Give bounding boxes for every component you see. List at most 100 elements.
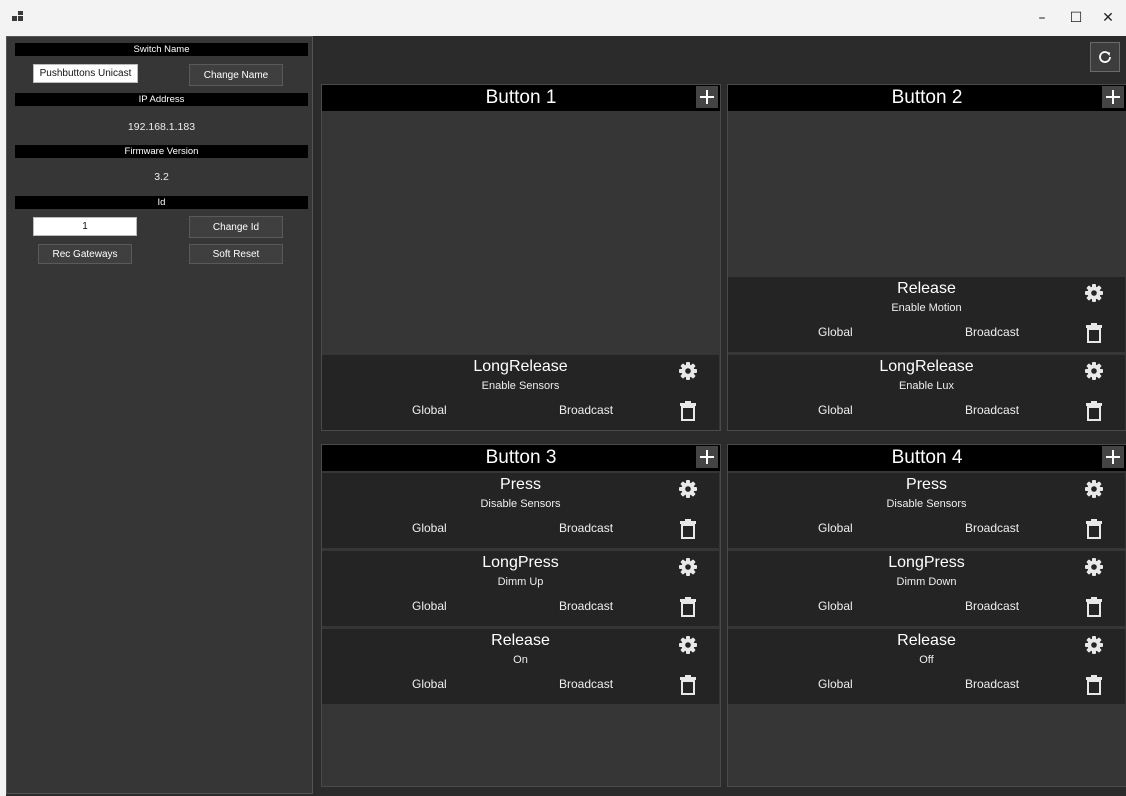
switch-info-panel: Switch Name Pushbuttons Unicast Change N…	[6, 36, 313, 794]
action-mode: Broadcast	[965, 677, 1020, 691]
button-panel-title: Button 2	[891, 87, 963, 108]
add-action-button[interactable]	[1102, 86, 1124, 108]
soft-reset-button[interactable]: Soft Reset	[189, 244, 283, 264]
action-card: LongPress Dimm Down Global Broadcast	[728, 551, 1125, 626]
action-command: Enable Lux	[898, 380, 955, 392]
gear-icon[interactable]	[1084, 557, 1104, 577]
button-panel-2: Button 2 Release Enable Motion Global Br…	[727, 84, 1126, 431]
delete-icon[interactable]	[678, 518, 698, 540]
action-scope: Global	[818, 599, 853, 613]
action-command: Disable Sensors	[886, 498, 967, 510]
gear-icon[interactable]	[678, 479, 698, 499]
delete-icon[interactable]	[1084, 400, 1104, 422]
action-mode: Broadcast	[965, 325, 1020, 339]
button-panel-title: Button 4	[891, 447, 963, 468]
delete-icon[interactable]	[678, 674, 698, 696]
gear-icon[interactable]	[1084, 479, 1104, 499]
action-command: On	[513, 654, 528, 666]
button-panel-header: Button 2	[728, 85, 1126, 111]
delete-icon[interactable]	[1084, 322, 1104, 344]
button-panel-4: Button 4 Press Disable Sensors Global Br…	[727, 444, 1126, 787]
action-type: LongRelease	[879, 358, 974, 375]
button-panel-header: Button 4	[728, 445, 1126, 471]
action-mode: Broadcast	[965, 521, 1020, 535]
action-mode: Broadcast	[965, 599, 1020, 613]
firmware-version-value: 3.2	[154, 171, 169, 183]
button-panel-1: Button 1 LongRelease Enable Sensors Glob…	[321, 84, 721, 431]
action-card: Release Enable Motion Global Broadcast	[728, 277, 1125, 352]
refresh-icon	[1099, 51, 1111, 63]
delete-icon[interactable]	[1084, 596, 1104, 618]
close-button[interactable]: ✕	[1085, 0, 1126, 36]
action-card: Press Disable Sensors Global Broadcast	[728, 473, 1125, 548]
title-bar: – ☐ ✕	[0, 0, 1126, 36]
action-card: LongRelease Enable Sensors Global Broadc…	[322, 355, 719, 430]
action-scope: Global	[412, 403, 447, 417]
action-type: Release	[897, 280, 956, 297]
button-panel-3: Button 3 Press Disable Sensors Global Br…	[321, 444, 721, 787]
plus-icon	[1106, 450, 1120, 464]
action-scope: Global	[412, 599, 447, 613]
switch-name-field[interactable]: Pushbuttons Unicast	[33, 64, 138, 83]
ip-address-value: 192.168.1.183	[127, 121, 196, 133]
action-scope: Global	[412, 521, 447, 535]
action-card: Press Disable Sensors Global Broadcast	[322, 473, 719, 548]
plus-icon	[700, 450, 714, 464]
action-card: Release On Global Broadcast	[322, 629, 719, 704]
action-command: Enable Sensors	[481, 380, 560, 392]
plus-icon	[700, 90, 714, 104]
gear-icon[interactable]	[1084, 283, 1104, 303]
add-action-button[interactable]	[696, 86, 718, 108]
action-card: LongPress Dimm Up Global Broadcast	[322, 551, 719, 626]
ip-address-header: IP Address	[15, 93, 308, 106]
action-card: Release Off Global Broadcast	[728, 629, 1125, 704]
button-panel-title: Button 1	[485, 87, 557, 108]
action-card: LongRelease Enable Lux Global Broadcast	[728, 355, 1125, 430]
button-panel-header: Button 3	[322, 445, 720, 471]
delete-icon[interactable]	[678, 596, 698, 618]
action-type: LongRelease	[473, 358, 568, 375]
add-action-button[interactable]	[696, 446, 718, 468]
add-action-button[interactable]	[1102, 446, 1124, 468]
delete-icon[interactable]	[1084, 674, 1104, 696]
gear-icon[interactable]	[678, 557, 698, 577]
action-command: Enable Motion	[891, 302, 962, 314]
id-field[interactable]: 1	[33, 217, 137, 236]
action-type: LongPress	[482, 554, 559, 571]
plus-icon	[1106, 90, 1120, 104]
change-id-button[interactable]: Change Id	[189, 216, 283, 238]
action-mode: Broadcast	[559, 599, 614, 613]
switch-name-header: Switch Name	[15, 43, 308, 56]
firmware-version-header: Firmware Version	[15, 145, 308, 158]
action-scope: Global	[818, 677, 853, 691]
action-scope: Global	[818, 325, 853, 339]
gear-icon[interactable]	[678, 635, 698, 655]
delete-icon[interactable]	[678, 400, 698, 422]
action-type: Press	[906, 476, 947, 493]
id-header: Id	[15, 196, 308, 209]
action-command: Dimm Down	[896, 576, 957, 588]
action-scope: Global	[818, 403, 853, 417]
action-scope: Global	[818, 521, 853, 535]
action-mode: Broadcast	[559, 521, 614, 535]
action-mode: Broadcast	[965, 403, 1020, 417]
gear-icon[interactable]	[678, 361, 698, 381]
gear-icon[interactable]	[1084, 635, 1104, 655]
rec-gateways-button[interactable]: Rec Gateways	[38, 244, 132, 264]
refresh-button[interactable]	[1090, 42, 1120, 72]
action-type: Release	[897, 632, 956, 649]
action-mode: Broadcast	[559, 403, 614, 417]
action-type: Release	[491, 632, 550, 649]
gear-icon[interactable]	[1084, 361, 1104, 381]
action-mode: Broadcast	[559, 677, 614, 691]
change-name-button[interactable]: Change Name	[189, 64, 283, 86]
delete-icon[interactable]	[1084, 518, 1104, 540]
action-command: Disable Sensors	[480, 498, 561, 510]
button-panel-title: Button 3	[485, 447, 557, 468]
action-command: Dimm Up	[497, 576, 544, 588]
action-type: Press	[500, 476, 541, 493]
app-window: Switch Name Pushbuttons Unicast Change N…	[6, 36, 1126, 796]
action-scope: Global	[412, 677, 447, 691]
action-command: Off	[919, 654, 934, 666]
button-panel-header: Button 1	[322, 85, 720, 111]
